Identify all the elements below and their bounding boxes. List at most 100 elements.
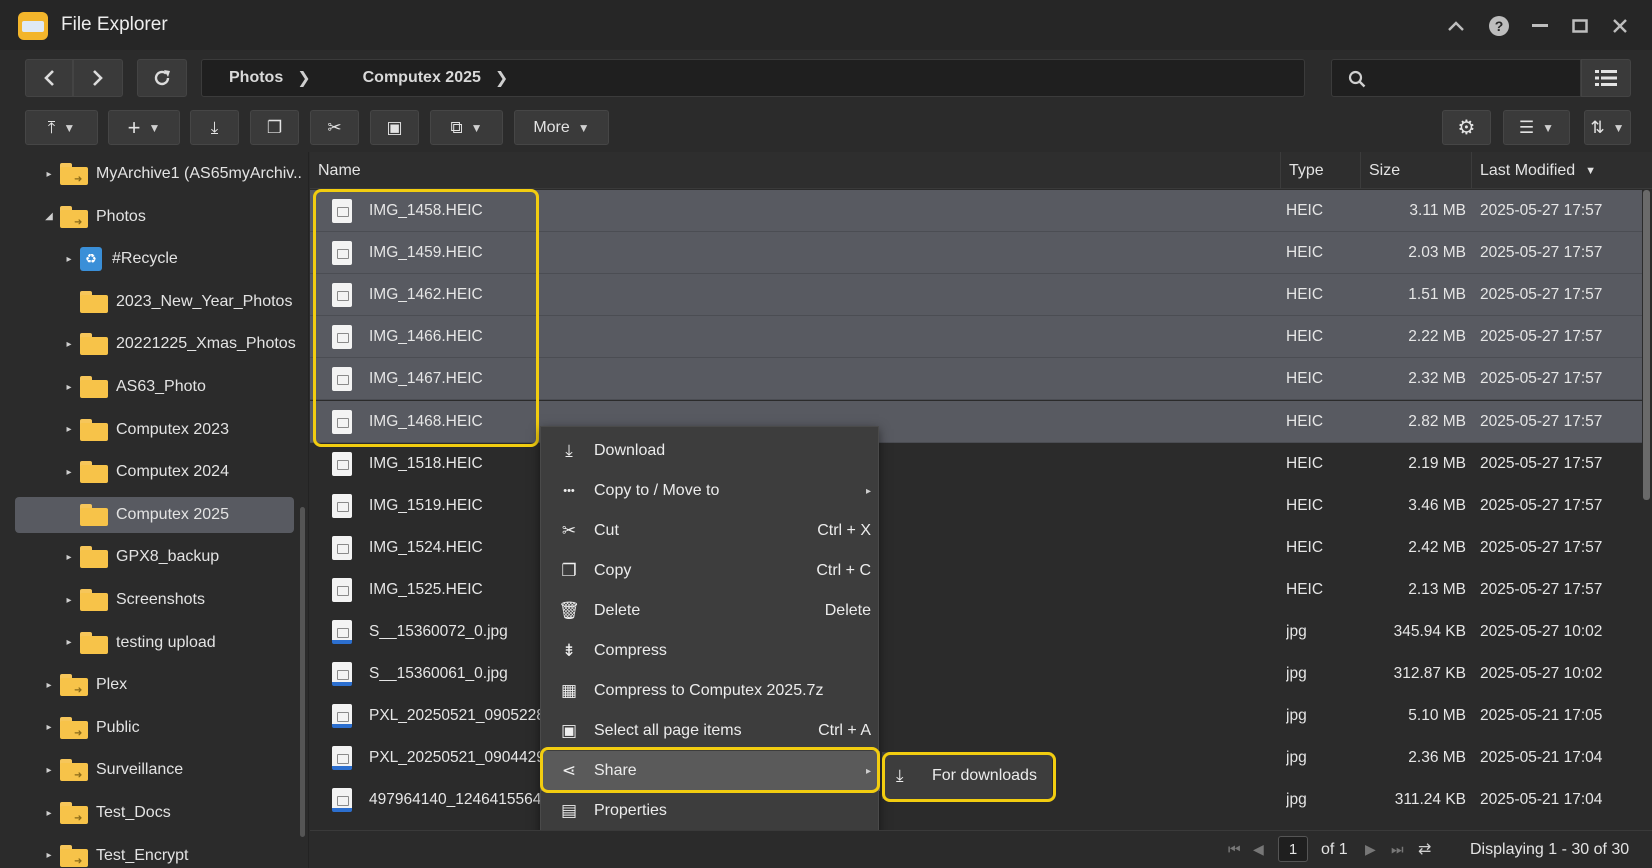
expand-arrow-icon[interactable]: ▸ — [62, 424, 76, 435]
transfer-button[interactable]: ⧉ ▼ — [430, 110, 503, 145]
sidebar-item[interactable]: ▸ testing upload — [62, 625, 216, 661]
breadcrumb-item-computex-2025[interactable]: Computex 2025 ❯ — [363, 68, 509, 88]
sidebar-item[interactable]: ▸ GPX8_backup — [62, 539, 219, 575]
sidebar-item[interactable]: ▸ 20221225_Xmas_Photos — [62, 326, 296, 362]
menu-item-copy[interactable]: ❐ Copy Ctrl + C — [541, 551, 880, 591]
table-row[interactable]: S__15360072_0.jpg jpg 345.94 KB 2025-05-27 … — [310, 611, 1642, 653]
menu-item-download[interactable]: ⤓ Download — [541, 431, 880, 471]
search-options-button[interactable] — [1581, 59, 1631, 97]
expand-arrow-icon[interactable]: ▸ — [42, 680, 56, 691]
create-button[interactable]: + ▼ — [108, 110, 180, 145]
cell-name: IMG_1462.HEIC — [369, 286, 483, 304]
menu-item-share[interactable]: ⋖ Share ▸ — [541, 751, 880, 791]
expand-arrow-icon[interactable]: ◢ — [42, 211, 56, 222]
sidebar-item[interactable]: ▸ ➜ MyArchive1 (AS65myArchiv.. — [42, 156, 302, 192]
sidebar-item[interactable]: Computex 2025 — [15, 496, 294, 533]
expand-arrow-icon[interactable]: ▸ — [62, 382, 76, 393]
refresh-button[interactable] — [137, 59, 187, 97]
sidebar-item[interactable]: ▸ ➜ Test_Docs — [42, 795, 171, 831]
upload-button[interactable]: ⤒ ▼ — [25, 110, 98, 145]
table-row[interactable]: IMG_1467.HEIC HEIC 2.32 MB 2025-05-27 17:57 — [310, 358, 1642, 401]
sidebar-item[interactable]: ▸ AS63_Photo — [62, 369, 206, 405]
expand-arrow-icon[interactable]: ▸ — [42, 169, 56, 180]
image-file-icon — [332, 283, 352, 308]
sidebar-item[interactable]: ▸ Computex 2023 — [62, 412, 229, 448]
sidebar-item[interactable]: ▸ ➜ Plex — [42, 667, 127, 703]
table-row[interactable]: IMG_1519.HEIC HEIC 3.46 MB 2025-05-27 17:57 — [310, 485, 1642, 527]
expand-arrow-icon[interactable]: ▸ — [62, 552, 76, 563]
close-icon[interactable] — [1607, 13, 1633, 39]
back-button[interactable] — [25, 59, 73, 97]
download-button[interactable]: ⤓ — [190, 110, 239, 145]
menu-item-compress-to-computex-2025-7z[interactable]: ▦ Compress to Computex 2025.7z — [541, 671, 880, 711]
column-header-last-modified[interactable]: Last Modified ▼ — [1471, 152, 1652, 189]
sidebar-item[interactable]: ◢ ➜ Photos — [42, 199, 146, 235]
search-input[interactable] — [1331, 59, 1581, 97]
share-submenu-for-downloads[interactable]: ⤓ For downloads — [882, 752, 1052, 799]
refresh-list-icon[interactable]: ⇄ — [1418, 839, 1431, 859]
select-all-button[interactable]: ▣ — [370, 110, 419, 145]
table-row[interactable]: IMG_1458.HEIC HEIC 3.11 MB 2025-05-27 17:57 — [310, 190, 1642, 232]
menu-item-copy-to-move-to[interactable]: ••• Copy to / Move to ▸ — [541, 471, 880, 511]
page-number-input[interactable]: 1 — [1278, 836, 1308, 862]
expand-arrow-icon[interactable]: ▸ — [62, 637, 76, 648]
forward-button[interactable] — [73, 59, 123, 97]
submenu-arrow-icon: ▸ — [865, 765, 871, 777]
minimize-icon[interactable] — [1527, 13, 1553, 39]
collapse-icon[interactable] — [1443, 13, 1469, 39]
copy-button[interactable]: ❐ — [250, 110, 299, 145]
expand-arrow-icon[interactable]: ▸ — [62, 595, 76, 606]
column-header-type[interactable]: Type — [1280, 152, 1360, 189]
view-mode-button[interactable]: ☰ ▼ — [1503, 110, 1570, 145]
sidebar-item[interactable]: ▸ Screenshots — [62, 582, 205, 618]
more-button[interactable]: More ▼ — [514, 110, 609, 145]
table-row[interactable]: S__15360061_0.jpg jpg 312.87 KB 2025-05-27 … — [310, 653, 1642, 695]
table-row[interactable]: IMG_1459.HEIC HEIC 2.03 MB 2025-05-27 17:57 — [310, 232, 1642, 275]
folder-tree-sidebar: ▸ ➜ MyArchive1 (AS65myArchiv.. ◢ ➜ Photos ▸ ♻ #R… — [0, 152, 309, 868]
sidebar-item[interactable]: ▸ ➜ Surveillance — [42, 752, 183, 788]
expand-arrow-icon[interactable]: ▸ — [42, 722, 56, 733]
expand-arrow-icon[interactable]: ▸ — [62, 254, 76, 265]
help-icon[interactable]: ? — [1486, 13, 1512, 39]
table-row[interactable]: IMG_1524.HEIC HEIC 2.42 MB 2025-05-27 17:57 — [310, 527, 1642, 569]
settings-button[interactable]: ⚙ — [1442, 110, 1491, 145]
cell-modified: 2025-05-27 10:02 — [1480, 623, 1603, 640]
file-list-scrollbar[interactable] — [1643, 190, 1650, 500]
menu-item-properties[interactable]: ▤ Properties — [541, 791, 880, 831]
column-header-size[interactable]: Size — [1360, 152, 1471, 189]
table-row[interactable]: PXL_20250521_0905228 jpg 5.10 MB 2025-05-21… — [310, 695, 1642, 737]
prev-page-icon[interactable]: ◀ — [1253, 841, 1264, 858]
sidebar-item-label: Computex 2024 — [116, 463, 229, 481]
sidebar-item[interactable]: ▸ Computex 2024 — [62, 454, 229, 490]
cut-button[interactable]: ✂ — [310, 110, 359, 145]
menu-item-delete[interactable]: 🗑 Delete Delete — [541, 591, 880, 631]
expand-arrow-icon[interactable]: ▸ — [42, 850, 56, 861]
sidebar-item[interactable]: 2023_New_Year_Photos — [62, 284, 292, 320]
menu-item-cut[interactable]: ✂ Cut Ctrl + X — [541, 511, 880, 551]
sidebar-item[interactable]: ▸ ♻ #Recycle — [62, 241, 178, 277]
sidebar-item[interactable]: ▸ ➜ Test_Encrypt — [42, 838, 188, 868]
next-page-icon[interactable]: ▶ — [1365, 841, 1376, 858]
expand-arrow-icon[interactable]: ▸ — [62, 339, 76, 350]
maximize-icon[interactable] — [1567, 13, 1593, 39]
folder-icon — [80, 461, 108, 484]
sidebar-scrollbar[interactable] — [300, 507, 305, 837]
last-page-icon[interactable]: ⏭ — [1391, 841, 1404, 858]
expand-arrow-icon[interactable]: ▸ — [62, 467, 76, 478]
table-row[interactable]: IMG_1462.HEIC HEIC 1.51 MB 2025-05-27 17:57 — [310, 274, 1642, 317]
sidebar-item[interactable]: ▸ ➜ Public — [42, 710, 140, 746]
expand-arrow-icon[interactable]: ▸ — [42, 765, 56, 776]
menu-item-compress[interactable]: ⇟ Compress — [541, 631, 880, 671]
table-row[interactable]: IMG_1518.HEIC HEIC 2.19 MB 2025-05-27 17:57 — [310, 443, 1642, 485]
first-page-icon[interactable]: ⏮ — [1228, 841, 1241, 858]
table-row[interactable]: IMG_1466.HEIC HEIC 2.22 MB 2025-05-27 17:57 — [310, 316, 1642, 359]
table-row[interactable]: IMG_1525.HEIC HEIC 2.13 MB 2025-05-27 17:57 — [310, 569, 1642, 611]
sort-button[interactable]: ⇅ ▼ — [1584, 110, 1631, 145]
breadcrumb-item-photos[interactable]: Photos ❯ — [229, 68, 311, 88]
menu-item-select-all-page-items[interactable]: ▣ Select all page items Ctrl + A — [541, 711, 880, 751]
folder-icon — [80, 503, 108, 526]
expand-arrow-icon[interactable]: ▸ — [42, 808, 56, 819]
select-all-icon: ▣ — [560, 721, 578, 740]
column-header-name[interactable]: Name — [310, 152, 1280, 189]
table-row[interactable]: IMG_1468.HEIC HEIC 2.82 MB 2025-05-27 17:57 — [310, 400, 1642, 443]
